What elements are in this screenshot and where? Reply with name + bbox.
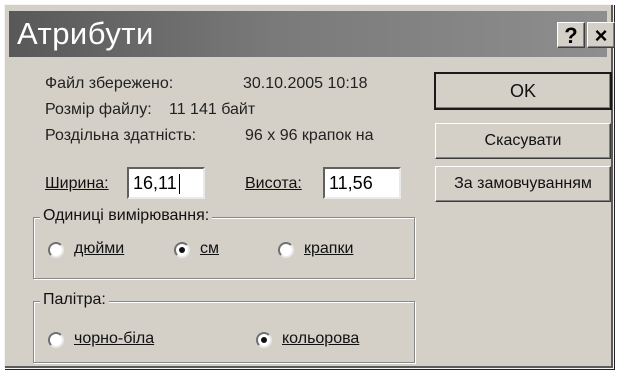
file-size-label: Розмір файлу: [45,101,152,118]
title-bar[interactable]: Атрибути ? × [9,11,615,57]
attributes-dialog: Атрибути ? × Файл збережено: 30.10.2005 … [4,4,615,369]
units-pixels-radio[interactable] [278,242,294,258]
default-button[interactable]: За замовчуванням [435,166,611,202]
palette-bw-radio[interactable] [48,332,64,348]
window-title: Атрибути [17,16,154,51]
units-cm-radio[interactable] [174,242,190,258]
palette-group-title: Палітра: [40,291,109,309]
height-field[interactable]: 11,56 [323,167,401,199]
selected-dot [179,247,185,253]
resolution-label: Роздільна здатність: [45,127,197,144]
units-group: Одиниці вимірювання: дюйми см крапки [33,207,415,279]
file-size-value: 11 141 байт [169,101,256,118]
text-caret [178,174,180,195]
help-button[interactable]: ? [557,22,585,48]
selected-dot [261,337,267,343]
saved-value: 30.10.2005 10:18 [243,75,368,92]
units-group-title: Одиниці вимірювання: [40,207,213,225]
units-cm-label[interactable]: см [200,240,219,258]
ok-button[interactable]: OK [434,72,612,110]
width-value: 16,11 [133,173,177,193]
palette-group: Палітра: чорно-біла кольорова [33,291,415,363]
units-pixels-label[interactable]: крапки [304,240,353,258]
saved-label: Файл збережено: [45,75,174,92]
units-inches-label[interactable]: дюйми [74,240,124,258]
cancel-button[interactable]: Скасувати [435,123,611,159]
close-button[interactable]: × [587,22,615,48]
palette-bw-label[interactable]: чорно-біла [74,330,154,348]
width-field[interactable]: 16,11 [127,167,205,199]
palette-color-label[interactable]: кольорова [282,330,359,348]
resolution-value: 96 x 96 крапок на [245,127,374,144]
height-label: Висота: [245,175,302,192]
palette-color-radio[interactable] [256,332,272,348]
units-inches-radio[interactable] [48,242,64,258]
width-label: Ширина: [45,175,109,192]
height-value: 11,56 [329,173,373,193]
